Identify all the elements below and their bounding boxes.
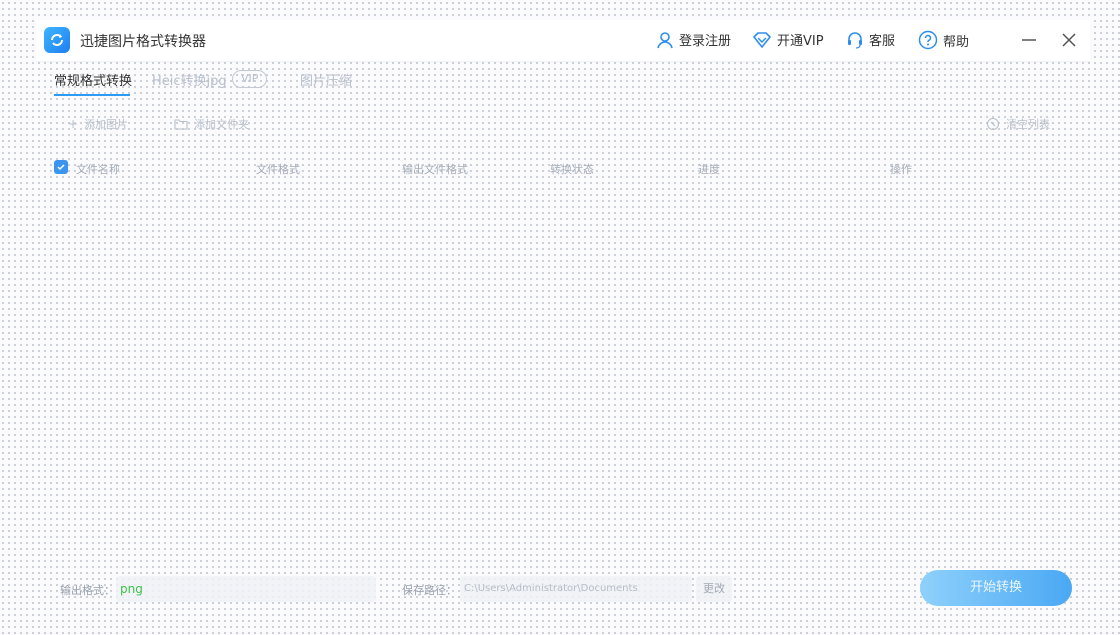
- login-register-label: 登录注册: [679, 34, 732, 49]
- output-format-label: 输出格式：: [60, 584, 115, 597]
- headset-icon: [848, 31, 862, 49]
- column-actions: 操作: [890, 163, 912, 176]
- column-progress: 进度: [698, 163, 720, 176]
- column-file-format: 文件格式: [256, 163, 300, 176]
- help-link[interactable]: 帮助: [918, 30, 969, 50]
- open-vip-link[interactable]: 开通VIP: [752, 30, 824, 49]
- output-format-select[interactable]: png: [116, 576, 376, 602]
- file-table-header: 文件名称 文件格式 输出文件格式 转换状态 进度 操作: [50, 154, 1070, 182]
- close-icon: [1062, 33, 1076, 47]
- minimize-icon: [1022, 39, 1036, 41]
- clear-list-button[interactable]: 清空列表: [986, 116, 1050, 132]
- add-image-button[interactable]: + 添加图片: [68, 116, 128, 132]
- customer-service-link[interactable]: 客服: [846, 30, 895, 49]
- column-status: 转换状态: [550, 163, 594, 176]
- vip-badge: VIP: [232, 70, 268, 88]
- change-path-button[interactable]: 更改: [696, 576, 732, 602]
- save-path-label: 保存路径：: [402, 584, 457, 597]
- add-folder-button[interactable]: 添加文件夹: [174, 116, 249, 132]
- plus-icon: +: [68, 117, 79, 131]
- active-tab-indicator: [54, 94, 130, 96]
- login-register-link[interactable]: 登录注册: [656, 30, 731, 49]
- app-title: 迅捷图片格式转换器: [80, 34, 206, 50]
- add-folder-label: 添加文件夹: [194, 118, 249, 131]
- check-icon: [57, 164, 65, 171]
- column-output-format: 输出文件格式: [402, 163, 468, 176]
- help-icon: [918, 30, 938, 50]
- diamond-icon: [753, 31, 771, 48]
- save-path-input[interactable]: C:\Users\Administrator\Documents: [460, 576, 692, 602]
- tab-image-compress[interactable]: 图片压缩: [300, 70, 352, 89]
- app-logo-icon: [44, 27, 70, 53]
- title-bar: 迅捷图片格式转换器 登录注册 开通VIP 客服 帮助: [36, 20, 1090, 62]
- tab-bar: 常规格式转换 Heic转换jpg 图片压缩: [36, 62, 1090, 96]
- help-label: 帮助: [943, 34, 970, 50]
- select-all-checkbox[interactable]: [54, 160, 68, 174]
- open-vip-label: 开通VIP: [777, 34, 824, 49]
- user-icon: [657, 31, 673, 48]
- tab-heic-to-jpg[interactable]: Heic转换jpg: [152, 70, 227, 89]
- clear-list-label: 清空列表: [1006, 118, 1050, 131]
- close-button[interactable]: [1057, 28, 1081, 52]
- add-image-label: 添加图片: [84, 118, 129, 131]
- clear-icon: [986, 117, 1000, 131]
- customer-service-label: 客服: [869, 34, 896, 49]
- column-file-name: 文件名称: [76, 163, 120, 176]
- folder-icon: [174, 119, 188, 130]
- tab-regular-conversion[interactable]: 常规格式转换: [54, 70, 132, 89]
- minimize-button[interactable]: [1017, 28, 1041, 52]
- start-conversion-button[interactable]: 开始转换: [920, 570, 1072, 606]
